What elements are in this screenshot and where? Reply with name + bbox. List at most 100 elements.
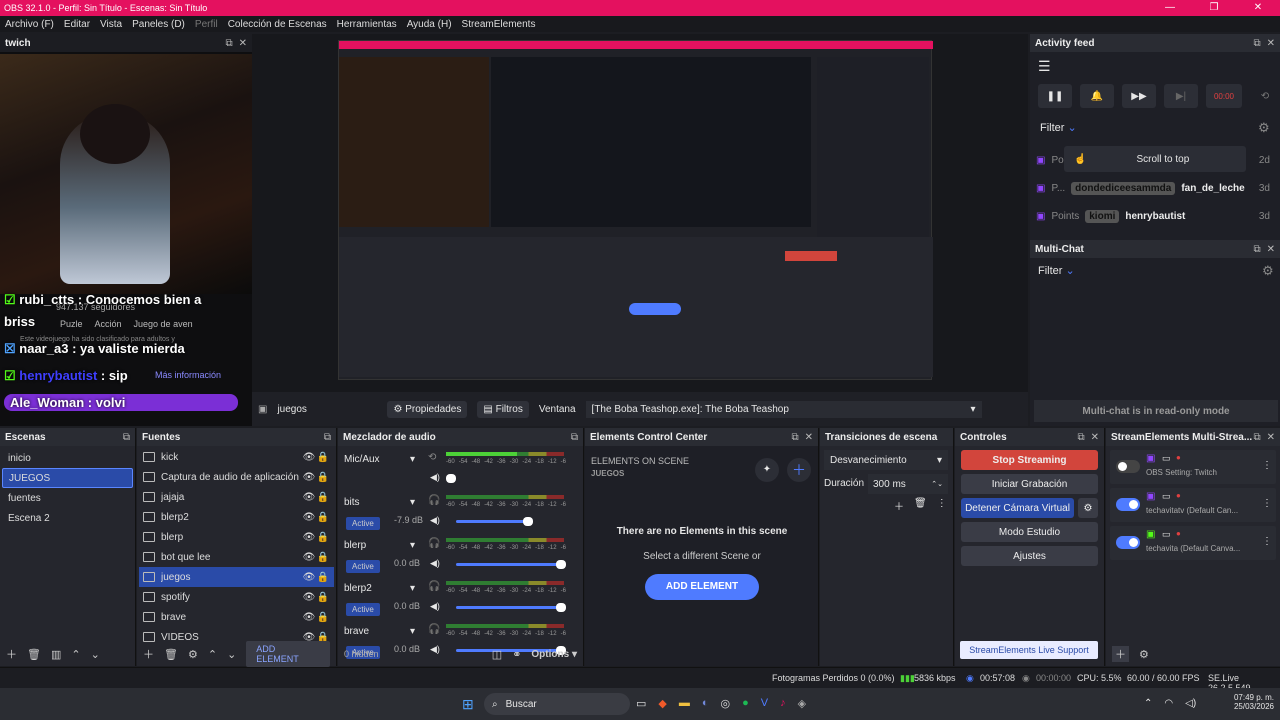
lock-icon[interactable]: 🔒 <box>316 532 330 543</box>
float-icon[interactable]: ⧉ <box>791 432 798 443</box>
source-item[interactable]: bot que lee 👁 🔒 <box>139 547 334 567</box>
next-icon[interactable]: ▶| <box>1164 84 1198 108</box>
filters-button[interactable]: ▤ Filtros <box>477 400 529 418</box>
menu-herramientas[interactable]: Herramientas <box>332 19 402 30</box>
maximize-button[interactable]: ❐ <box>1192 0 1236 16</box>
studio-mode-button[interactable]: Modo Estudio <box>961 522 1098 542</box>
task-view-icon[interactable]: ▭ <box>636 697 646 710</box>
live-support-button[interactable]: StreamElements Live Support <box>960 641 1098 659</box>
float-icon[interactable]: ⧉ <box>123 432 130 443</box>
stepper-icon[interactable]: ⌃⌄ <box>931 480 943 488</box>
windows-start-icon[interactable]: ⊞ <box>462 696 474 713</box>
add-icon[interactable]: ＋ <box>6 646 17 662</box>
eye-icon[interactable]: 👁 <box>302 492 316 503</box>
menu-archivo[interactable]: Archivo (F) <box>0 19 59 30</box>
transition-select[interactable]: Desvanecimiento ▾ <box>824 450 948 470</box>
add-icon[interactable]: ＋ <box>1112 646 1129 662</box>
bell-icon[interactable]: 🔔 <box>1080 84 1114 108</box>
preview-area[interactable]: ▣ juegos ⚙ Propiedades ▤ Filtros Ventana… <box>252 34 1028 426</box>
slider-knob[interactable] <box>446 474 456 483</box>
lock-icon[interactable]: 🔒 <box>316 492 330 503</box>
chevron-up-icon[interactable]: ⌃ <box>1144 698 1152 709</box>
stream-toggle[interactable] <box>1116 460 1140 473</box>
float-icon[interactable]: ⧉ <box>324 432 331 443</box>
trash-icon[interactable]: 🗑 <box>164 648 178 661</box>
eye-icon[interactable]: 👁 <box>302 592 316 603</box>
eye-icon[interactable]: 👁 <box>302 532 316 543</box>
lock-icon[interactable]: 🔒 <box>316 552 330 563</box>
volume-icon[interactable]: ◀) <box>430 558 440 569</box>
stream-toggle[interactable] <box>1116 498 1140 511</box>
source-item[interactable]: kick 👁 🔒 <box>139 447 334 467</box>
headphones-icon[interactable]: 🎧 <box>428 581 440 592</box>
slider-knob[interactable] <box>523 517 533 526</box>
eye-icon[interactable]: 👁 <box>302 612 316 623</box>
eye-icon[interactable]: 👁 <box>302 512 316 523</box>
properties-button[interactable]: ⚙ Propiedades <box>387 400 468 418</box>
down-icon[interactable]: ⌄ <box>91 648 100 661</box>
chevron-down-icon[interactable]: ▾ <box>410 626 415 637</box>
more-icon[interactable]: ⋮ <box>937 498 947 513</box>
source-item[interactable]: blerp2 👁 🔒 <box>139 507 334 527</box>
chevron-down-icon[interactable]: ▾ <box>410 497 415 508</box>
link-icon[interactable]: ⚭ <box>512 648 521 661</box>
eye-icon[interactable]: 👁 <box>302 472 316 483</box>
close-icon[interactable]: ✕ <box>1267 244 1275 255</box>
activity-item[interactable]: ▣ Points kiomi henrybautist 3d <box>1036 202 1270 230</box>
scene-item[interactable]: fuentes <box>2 488 133 508</box>
chevron-down-icon[interactable]: ▾ <box>410 583 415 594</box>
clock[interactable]: 07:49 p. m. 25/03/2026 <box>1226 693 1274 711</box>
menu-paneles[interactable]: Paneles (D) <box>127 19 190 30</box>
close-icon[interactable]: ✕ <box>239 38 247 49</box>
tag[interactable]: Acción <box>95 319 122 329</box>
volume-slider[interactable] <box>456 603 566 612</box>
up-icon[interactable]: ⌃ <box>71 648 80 661</box>
history-icon[interactable]: ⟲ <box>1250 84 1280 108</box>
discord-icon[interactable]: ◐ <box>702 697 709 710</box>
window-select[interactable]: [The Boba Teashop.exe]: The Boba Teashop… <box>585 400 982 418</box>
filter-icon[interactable]: ▥ <box>51 648 61 661</box>
volume-icon[interactable]: ◀) <box>430 601 440 612</box>
app-icon[interactable]: ◈ <box>798 697 806 710</box>
pause-icon[interactable]: ❚❚ <box>1038 84 1072 108</box>
lock-icon[interactable]: 🔒 <box>316 612 330 623</box>
volume-slider[interactable] <box>456 517 533 526</box>
trash-icon[interactable]: 🗑 <box>27 648 41 661</box>
gear-icon[interactable]: ⚙ <box>1139 648 1149 661</box>
chevron-down-icon[interactable]: ▾ <box>410 540 415 551</box>
more-icon[interactable]: ⋮ <box>1262 536 1272 547</box>
add-element-button[interactable]: ADD ELEMENT <box>246 641 330 667</box>
float-icon[interactable]: ⧉ <box>1077 432 1084 443</box>
menu-streamelements[interactable]: StreamElements <box>457 19 541 30</box>
down-icon[interactable]: ⌄ <box>227 648 236 661</box>
minimize-button[interactable]: — <box>1148 0 1192 16</box>
eye-icon[interactable]: 👁 <box>302 452 316 463</box>
options-button[interactable]: Options ▾ <box>531 649 577 660</box>
headphones-icon[interactable]: ⟲ <box>428 452 436 463</box>
menu-ayuda[interactable]: Ayuda (H) <box>402 19 457 30</box>
hamburger-icon[interactable]: ☰ <box>1038 58 1051 75</box>
source-item-selected[interactable]: juegos 👁 🔒 <box>139 567 334 587</box>
float-icon[interactable]: ⧉ <box>1253 432 1260 443</box>
close-icon[interactable]: ✕ <box>1267 38 1275 49</box>
scroll-top-tooltip[interactable]: ☝ Scroll to top <box>1064 146 1246 172</box>
scene-item[interactable]: inicio <box>2 448 133 468</box>
activity-item[interactable]: ▣ P... dondediceesammda fan_de_leche 3d <box>1036 174 1270 202</box>
headphones-icon[interactable]: 🎧 <box>428 538 440 549</box>
vscode-icon[interactable]: V <box>761 697 768 710</box>
menu-editar[interactable]: Editar <box>59 19 95 30</box>
add-icon[interactable]: ＋ <box>787 458 811 482</box>
source-item[interactable]: Captura de audio de aplicación (E 👁 🔒 <box>139 467 334 487</box>
source-item[interactable]: brave 👁 🔒 <box>139 607 334 627</box>
folder-icon[interactable]: ▬ <box>679 697 690 710</box>
close-icon[interactable]: ✕ <box>1267 432 1275 443</box>
up-icon[interactable]: ⌃ <box>208 648 217 661</box>
slider-knob[interactable] <box>556 603 566 612</box>
stream-toggle[interactable] <box>1116 536 1140 549</box>
stop-streaming-button[interactable]: Stop Streaming <box>961 450 1098 470</box>
wifi-icon[interactable]: ◠ <box>1164 698 1173 709</box>
volume-icon[interactable]: ◀) <box>430 515 440 526</box>
more-icon[interactable]: ⋮ <box>1262 498 1272 509</box>
float-icon[interactable]: ⧉ <box>1253 244 1260 255</box>
settings-icon[interactable]: ⚙ <box>1262 263 1274 279</box>
